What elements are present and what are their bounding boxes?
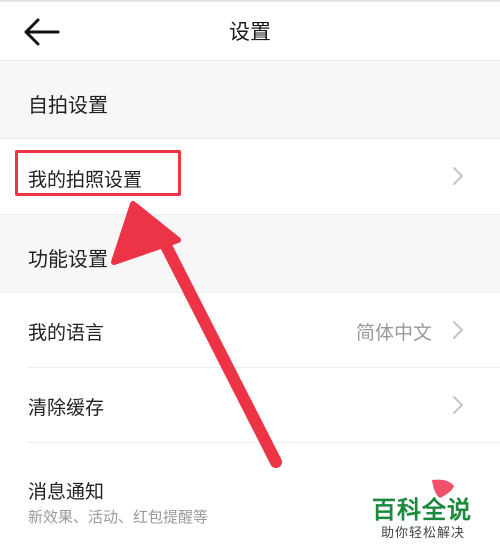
row-label-notifications: 消息通知 [28, 481, 105, 503]
highlight-box [15, 150, 181, 196]
chevron-right-icon [453, 167, 463, 185]
row-clear-cache[interactable]: 清除缓存 [0, 368, 500, 442]
section-function-settings: 功能设置 [0, 214, 500, 293]
row-value-language: 简体中文 [355, 322, 432, 344]
watermark-slogan: 助你轻松解决 [381, 526, 466, 541]
section-label-function: 功能设置 [28, 247, 108, 271]
row-label-language: 我的语言 [28, 322, 105, 344]
header-bar: 设置 [0, 2, 500, 60]
chevron-right-icon [453, 321, 463, 339]
row-my-language[interactable]: 我的语言 简体中文 [0, 293, 500, 367]
section-label-selfie: 自拍设置 [28, 93, 108, 117]
section-selfie-settings: 自拍设置 [0, 60, 500, 139]
page-title: 设置 [229, 20, 271, 44]
chevron-right-icon [453, 396, 463, 414]
watermark-logo-text: 百科全说 [372, 496, 472, 524]
row-label-clear-cache: 清除缓存 [28, 397, 105, 419]
row-subtitle-notifications: 新效果、活动、红包提醒等 [28, 508, 209, 526]
